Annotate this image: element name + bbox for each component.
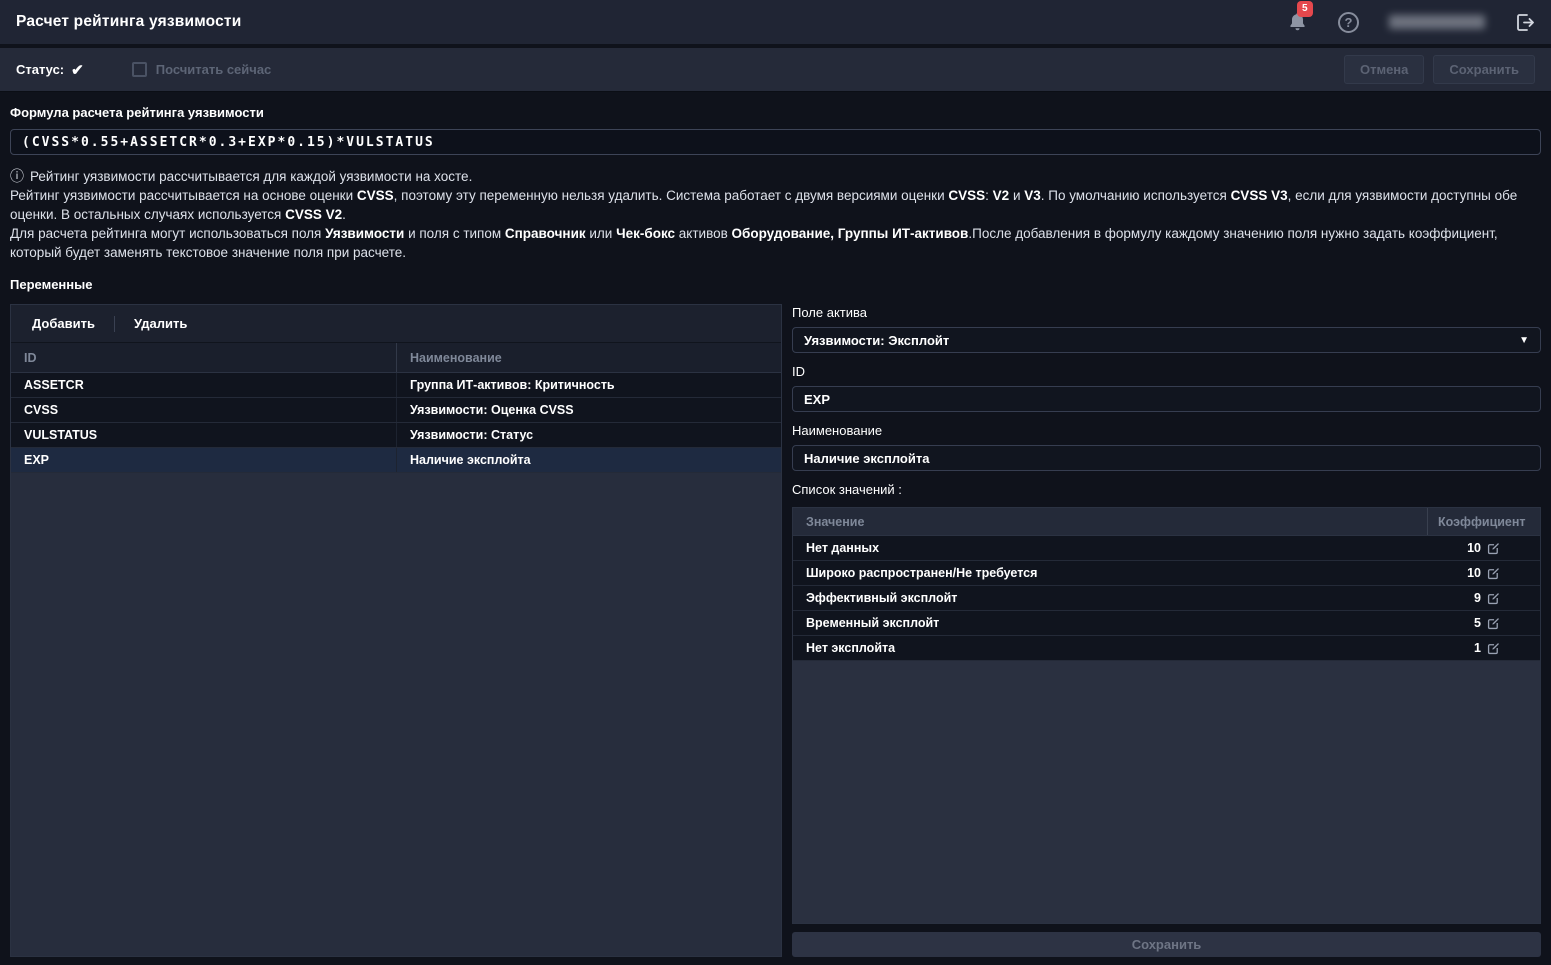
info-icon: ⓘ (10, 168, 24, 184)
coefficient-value: 9 (1474, 591, 1481, 605)
coefficient-value: 1 (1474, 641, 1481, 655)
save-button[interactable]: Сохранить (1433, 55, 1535, 84)
column-header-value: Значение (793, 508, 1427, 535)
variables-table-header: ID Наименование (11, 343, 781, 373)
variable-row[interactable]: CVSSУязвимости: Оценка CVSS (11, 398, 781, 423)
variable-id: CVSS (11, 403, 396, 417)
chevron-down-icon: ▼ (1519, 335, 1529, 346)
variable-id: EXP (11, 453, 396, 467)
name-field[interactable]: Наличие эксплойта (792, 445, 1541, 471)
page-title: Расчет рейтинга уязвимости (16, 13, 241, 31)
variables-heading: Переменные (10, 277, 1541, 292)
coefficient-value: 5 (1474, 616, 1481, 630)
variables-panel: Добавить Удалить ID Наименование ASSETCR… (10, 304, 782, 957)
values-table-header: Значение Коэффициент (793, 508, 1540, 536)
edit-coefficient-icon[interactable] (1487, 617, 1500, 630)
name-label: Наименование (792, 423, 1541, 438)
add-variable-button[interactable]: Добавить (32, 316, 95, 331)
values-table-body: Нет данных 10 Широко распространен/Не тре… (793, 536, 1540, 661)
value-text: Временный эксплойт (793, 616, 1427, 630)
value-row: Временный эксплойт 5 (793, 611, 1540, 636)
asset-field-label: Поле актива (792, 305, 1541, 320)
status-check-icon: ✔ (71, 61, 84, 79)
variable-name: Уязвимости: Оценка CVSS (396, 398, 781, 422)
id-label: ID (792, 364, 1541, 379)
coefficient-cell: 10 (1427, 541, 1540, 555)
variable-name: Группа ИТ-активов: Критичность (396, 373, 781, 397)
variables-toolbar: Добавить Удалить (11, 305, 781, 343)
info-line: Рейтинг уязвимости рассчитывается на осн… (10, 186, 1541, 224)
coefficient-value: 10 (1467, 566, 1481, 580)
edit-coefficient-icon[interactable] (1487, 567, 1500, 580)
coefficient-cell: 5 (1427, 616, 1540, 630)
formula-label: Формула расчета рейтинга уязвимости (10, 105, 1541, 120)
coefficient-cell: 9 (1427, 591, 1540, 605)
info-line: ⓘРейтинг уязвимости рассчитывается для к… (10, 167, 1541, 186)
info-text: ⓘРейтинг уязвимости рассчитывается для к… (10, 167, 1541, 262)
variables-table-body: ASSETCRГруппа ИТ-активов: КритичностьCVS… (11, 373, 781, 473)
delete-variable-button[interactable]: Удалить (134, 316, 187, 331)
variable-row[interactable]: ASSETCRГруппа ИТ-активов: Критичность (11, 373, 781, 398)
detail-panel: Поле актива Уязвимости: Эксплойт ▼ ID EX… (792, 304, 1541, 957)
value-text: Нет эксплойта (793, 641, 1427, 655)
coefficient-cell: 1 (1427, 641, 1540, 655)
username-redacted[interactable] (1389, 15, 1485, 29)
values-table: Значение Коэффициент Нет данных 10 Широко… (792, 507, 1541, 924)
id-field[interactable]: EXP (792, 386, 1541, 412)
value-text: Широко распространен/Не требуется (793, 566, 1427, 580)
value-text: Эффективный эксплойт (793, 591, 1427, 605)
calculate-now-checkbox[interactable] (132, 62, 147, 77)
calculate-now-label: Посчитать сейчас (156, 62, 272, 77)
coefficient-value: 10 (1467, 541, 1481, 555)
main-content: Формула расчета рейтинга уязвимости (CVS… (0, 92, 1551, 964)
status-bar: Статус: ✔ Посчитать сейчас Отмена Сохран… (0, 48, 1551, 92)
status-label: Статус: (16, 62, 64, 77)
toolbar-divider (114, 316, 115, 332)
variable-id: VULSTATUS (11, 428, 396, 442)
value-row: Нет данных 10 (793, 536, 1540, 561)
column-header-name: Наименование (396, 343, 781, 372)
variable-row[interactable]: VULSTATUSУязвимости: Статус (11, 423, 781, 448)
notifications-bell-icon[interactable]: 5 (1288, 11, 1308, 33)
edit-coefficient-icon[interactable] (1487, 542, 1500, 555)
formula-input[interactable]: (CVSS*0.55+ASSETCR*0.3+EXP*0.15)*VULSTAT… (10, 129, 1541, 155)
value-text: Нет данных (793, 541, 1427, 555)
variables-table-empty-area (11, 473, 781, 956)
edit-coefficient-icon[interactable] (1487, 642, 1500, 655)
value-row: Нет эксплойта 1 (793, 636, 1540, 661)
logout-icon[interactable] (1515, 13, 1535, 32)
cancel-button[interactable]: Отмена (1344, 55, 1424, 84)
detail-save-button[interactable]: Сохранить (792, 932, 1541, 957)
value-row: Эффективный эксплойт 9 (793, 586, 1540, 611)
value-row: Широко распространен/Не требуется 10 (793, 561, 1540, 586)
variable-id: ASSETCR (11, 378, 396, 392)
variable-name: Уязвимости: Статус (396, 423, 781, 447)
edit-coefficient-icon[interactable] (1487, 592, 1500, 605)
column-header-coefficient: Коэффициент (1427, 508, 1540, 535)
variable-row[interactable]: EXPНаличие эксплойта (11, 448, 781, 473)
values-list-label: Список значений : (792, 482, 1541, 497)
help-icon[interactable]: ? (1338, 12, 1359, 33)
coefficient-cell: 10 (1427, 566, 1540, 580)
app-header: Расчет рейтинга уязвимости 5 ? (0, 0, 1551, 44)
notification-badge: 5 (1297, 1, 1313, 17)
info-line: Для расчета рейтинга могут использоватьс… (10, 224, 1541, 262)
values-table-empty-area (793, 661, 1540, 923)
variable-name: Наличие эксплойта (396, 448, 781, 472)
column-header-id: ID (11, 343, 396, 372)
asset-field-select[interactable]: Уязвимости: Эксплойт ▼ (792, 327, 1541, 353)
